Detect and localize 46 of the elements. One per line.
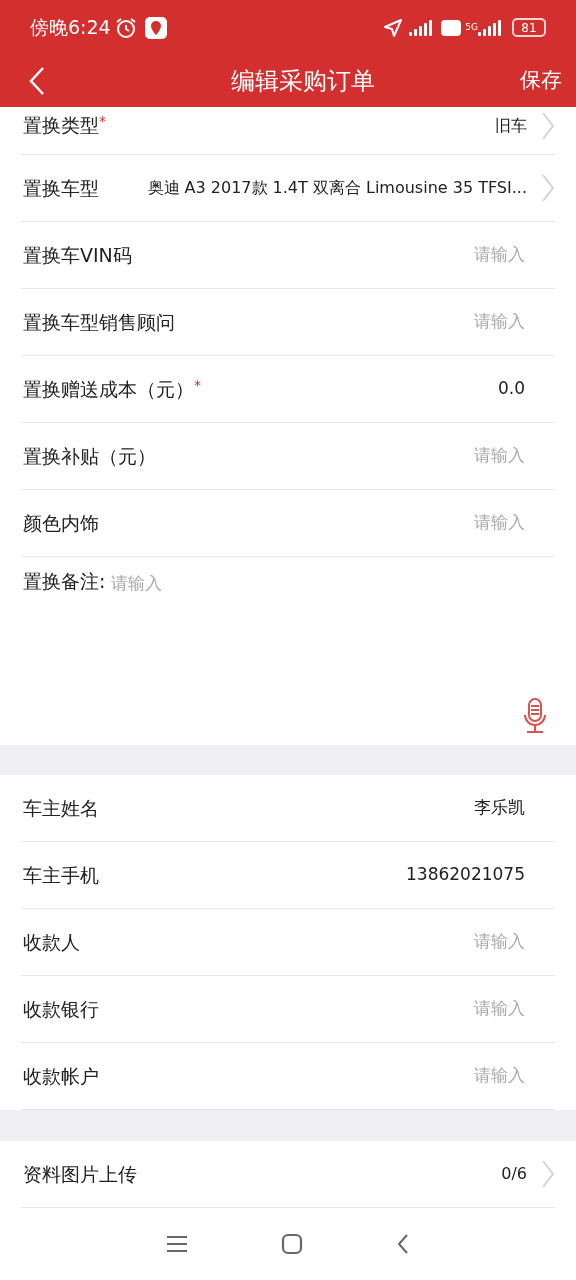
back-icon[interactable] bbox=[395, 1233, 410, 1255]
field-label: 置换车VIN码 bbox=[22, 242, 132, 268]
chevron-right-icon bbox=[541, 173, 555, 203]
field-label: 置换车型 bbox=[22, 175, 99, 201]
input-field[interactable]: 请输入 bbox=[325, 510, 525, 536]
input-field[interactable]: 13862021075 bbox=[325, 862, 525, 888]
input-field[interactable]: 请输入 bbox=[325, 309, 525, 335]
save-button[interactable]: 保存 bbox=[520, 65, 562, 97]
field-label: 置换赠送成本（元）* bbox=[22, 375, 201, 402]
page-title: 编辑采购订单 bbox=[230, 66, 376, 97]
field-label: 收款人 bbox=[22, 929, 80, 955]
back-icon[interactable] bbox=[28, 66, 46, 96]
map-pin-icon bbox=[144, 16, 167, 39]
location-arrow-icon bbox=[383, 17, 404, 38]
home-icon[interactable] bbox=[281, 1233, 303, 1255]
field-label: 收款帐户 bbox=[22, 1063, 99, 1089]
menu-icon[interactable] bbox=[166, 1234, 189, 1254]
microphone-icon[interactable] bbox=[522, 697, 548, 735]
input-field[interactable]: 0.0 bbox=[325, 376, 525, 402]
field-label: 车主姓名 bbox=[22, 795, 99, 821]
field-value[interactable]: 奥迪 A3 2017款 1.4T 双离合 Limousine 35 TFSI... bbox=[147, 176, 527, 200]
field-label: 颜色内饰 bbox=[22, 510, 99, 536]
input-field[interactable]: 请输入 bbox=[325, 242, 525, 268]
notes-field[interactable]: 请输入 bbox=[111, 567, 546, 732]
signal-icon bbox=[478, 17, 504, 38]
battery-icon: 81 bbox=[512, 18, 546, 37]
notes-label: 置换备注: bbox=[23, 569, 106, 594]
field-label: 车主手机 bbox=[22, 862, 99, 888]
input-field[interactable]: 请输入 bbox=[325, 996, 525, 1022]
chevron-right-icon bbox=[541, 1159, 555, 1189]
input-field[interactable]: 李乐凯 bbox=[325, 795, 525, 821]
field-label: 置换补贴（元） bbox=[22, 443, 156, 469]
network-type: 5G bbox=[465, 23, 478, 32]
input-field[interactable]: 请输入 bbox=[325, 443, 525, 469]
field-label: 收款银行 bbox=[22, 996, 99, 1022]
chevron-right-icon bbox=[541, 111, 555, 141]
status-time: 傍晚6:24 bbox=[30, 15, 111, 41]
input-field[interactable]: 请输入 bbox=[325, 929, 525, 955]
field-value[interactable]: 0/6 bbox=[501, 1162, 527, 1186]
field-label: 置换类型* bbox=[22, 112, 106, 138]
field-label: 资料图片上传 bbox=[22, 1161, 137, 1187]
alarm-clock-icon bbox=[114, 16, 137, 39]
input-field[interactable]: 请输入 bbox=[325, 1063, 525, 1089]
notes-area[interactable]: 置换备注: 请输入 bbox=[0, 557, 576, 745]
field-value[interactable]: 旧车 bbox=[495, 114, 527, 138]
field-label: 置换车型销售顾问 bbox=[22, 309, 175, 335]
